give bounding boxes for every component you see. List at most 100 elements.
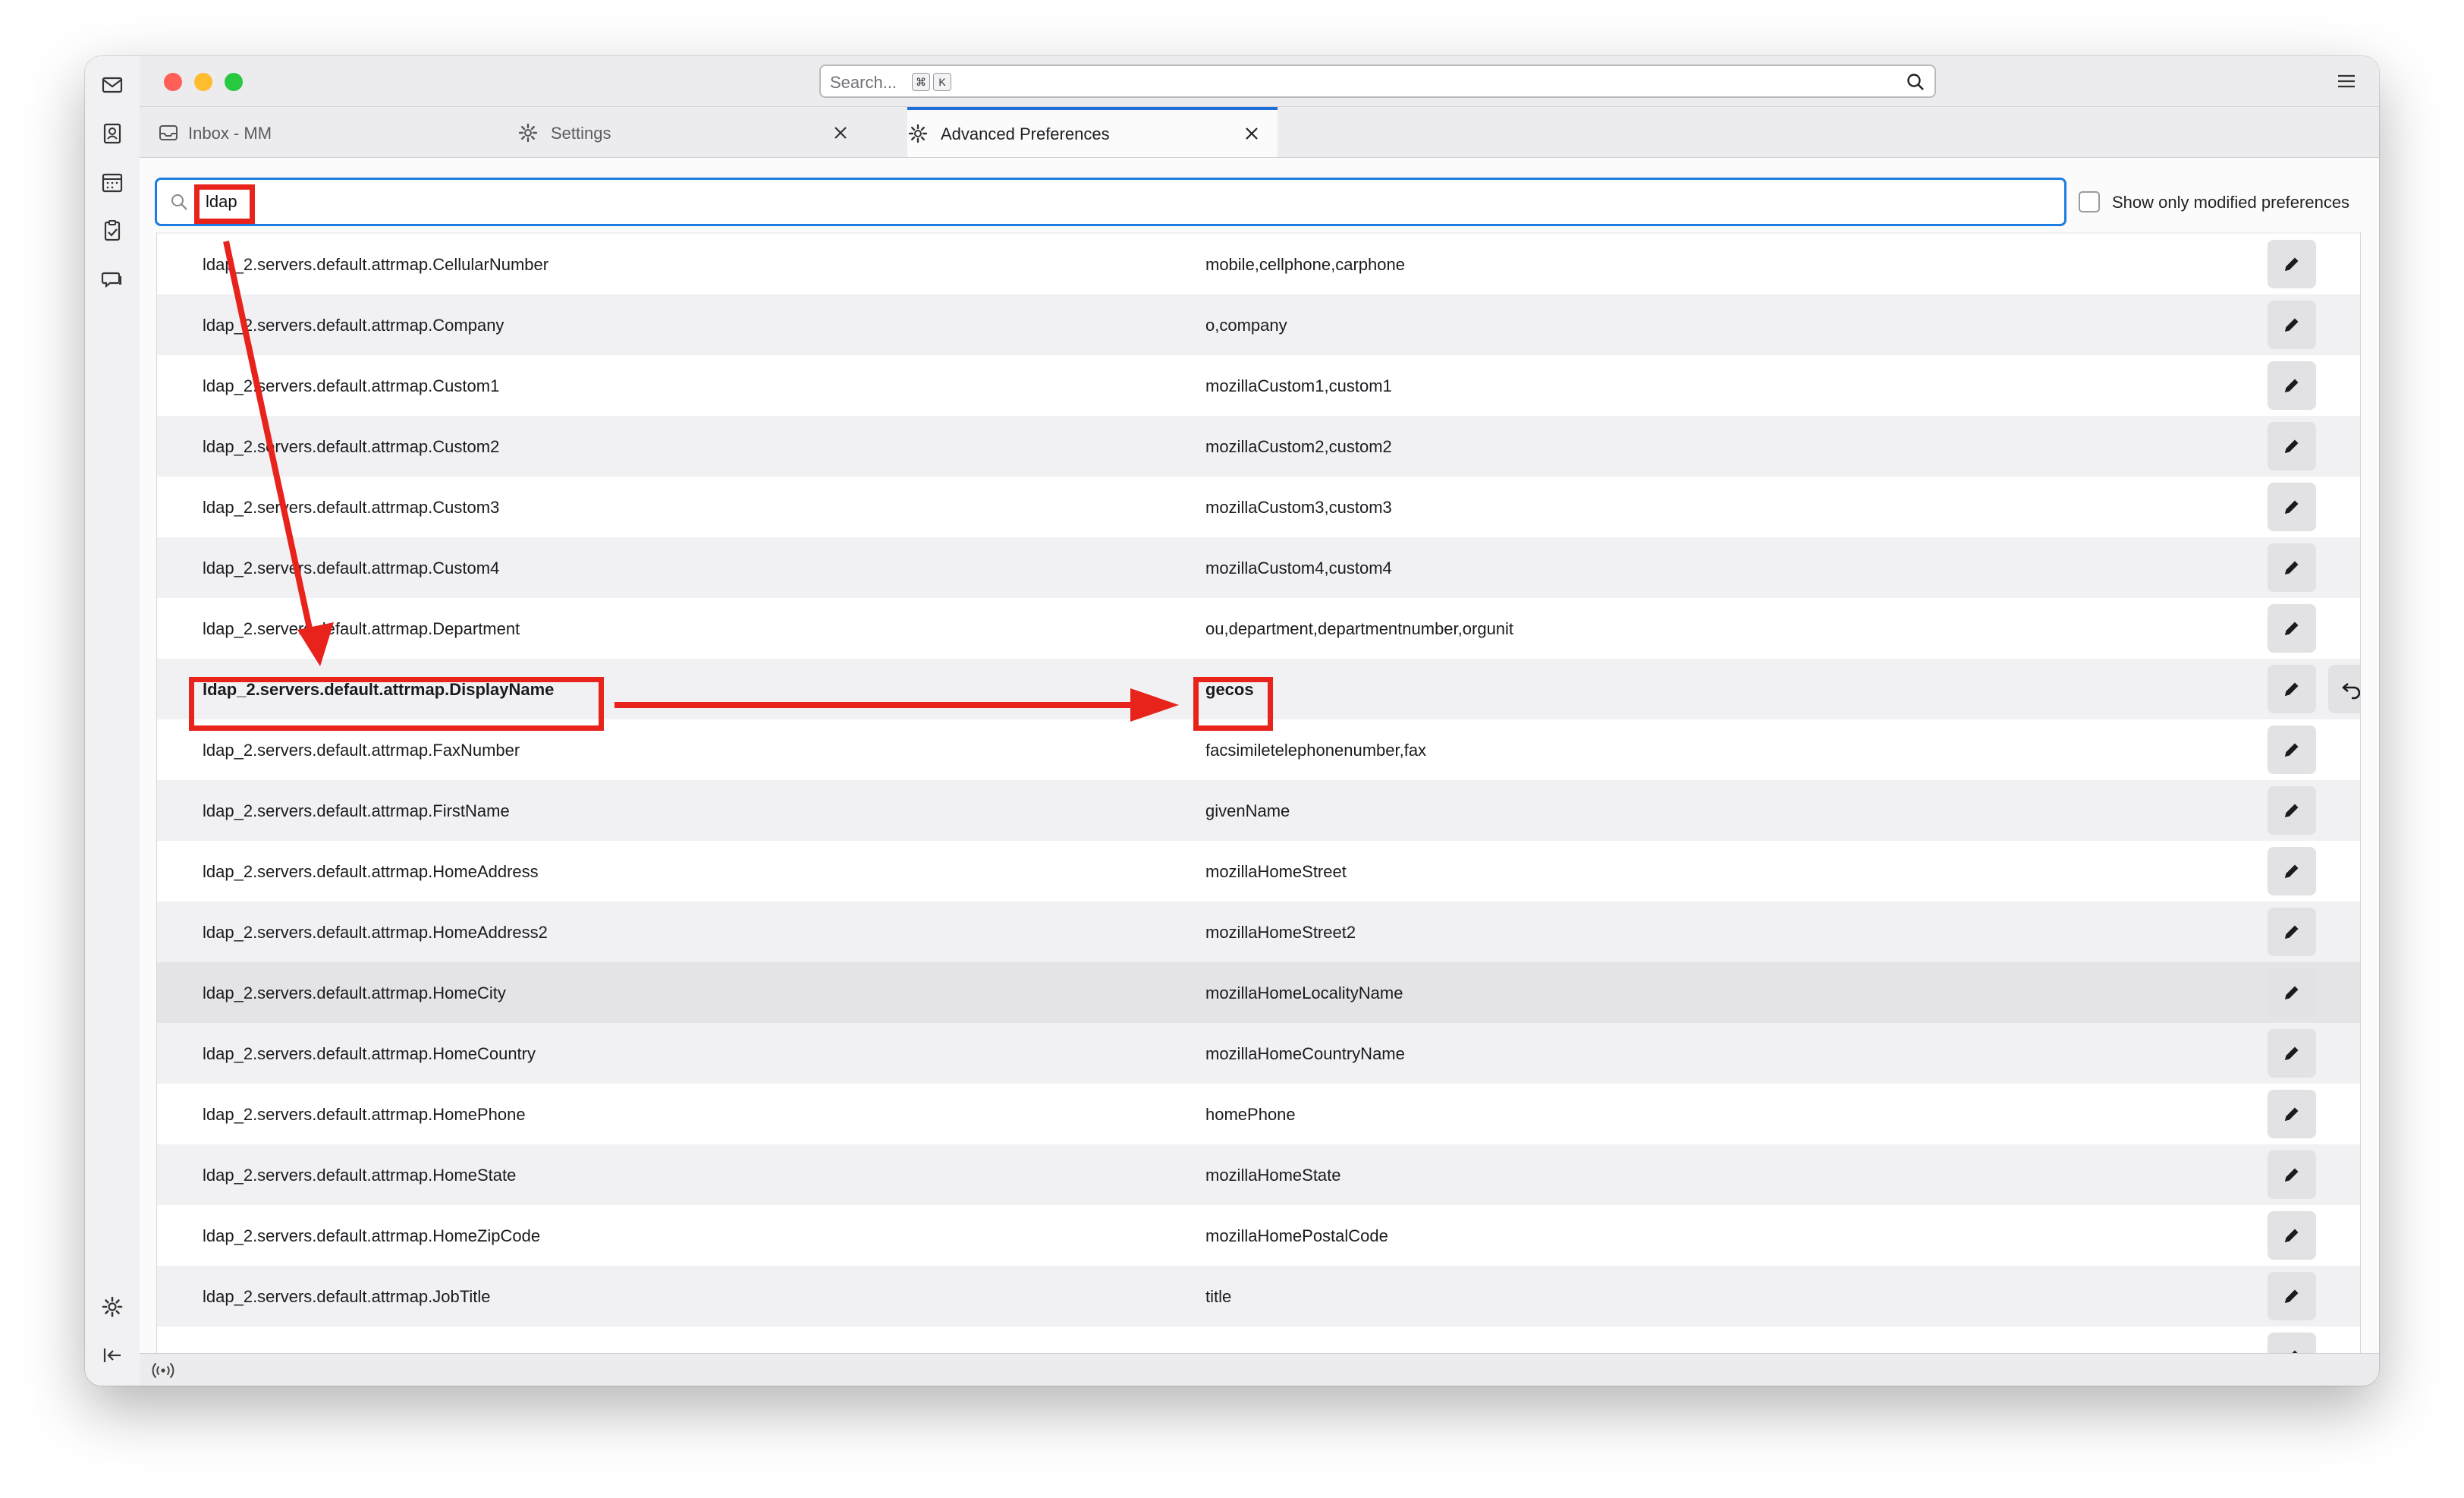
table-row[interactable]: ldap_2.servers.default.attrmap.HomeAddre… <box>157 841 2360 902</box>
pref-name: ldap_2.servers.default.attrmap.Custom3 <box>203 498 500 517</box>
pref-name: ldap_2.servers.default.attrmap.HomeAddre… <box>203 862 539 881</box>
table-row[interactable]: ldap_2.servers.default.attrmap.Company o,… <box>157 294 2360 355</box>
chat-icon[interactable] <box>100 267 124 291</box>
pref-name: ldap_2.servers.default.attrmap.FaxNumber <box>203 741 520 760</box>
tab-label: Settings <box>551 124 611 143</box>
table-row-partial <box>157 1326 2360 1354</box>
pref-name: ldap_2.servers.default.attrmap.HomeCount… <box>203 1044 536 1063</box>
reset-button[interactable] <box>2328 665 2360 713</box>
filter-value: ldap <box>206 192 237 211</box>
edit-button[interactable] <box>2268 1272 2316 1320</box>
pref-name: ldap_2.servers.default.attrmap.HomePhone <box>203 1105 526 1124</box>
table-row[interactable]: ldap_2.servers.default.attrmap.DisplayNa… <box>157 659 2360 719</box>
settings-gear-icon[interactable] <box>100 1295 124 1319</box>
shortcut-k-key: K <box>933 73 951 91</box>
edit-button[interactable] <box>2268 968 2316 1017</box>
preference-filter-input[interactable]: ldap <box>155 178 2066 226</box>
pref-name: ldap_2.servers.default.attrmap.CellularN… <box>203 255 549 274</box>
pref-name: ldap_2.servers.default.attrmap.FirstName <box>203 801 510 820</box>
table-row[interactable]: ldap_2.servers.default.attrmap.HomeAddre… <box>157 902 2360 962</box>
table-row[interactable]: ldap_2.servers.default.attrmap.Custom1 mo… <box>157 355 2360 416</box>
table-row[interactable]: ldap_2.servers.default.attrmap.HomeState… <box>157 1144 2360 1205</box>
table-row[interactable]: ldap_2.servers.default.attrmap.HomePhone… <box>157 1084 2360 1144</box>
pref-value: mozillaCustom3,custom3 <box>1205 498 1392 517</box>
inbox-icon <box>158 122 179 143</box>
tab-strip: Inbox - MM Settings Advanced Preferences <box>140 107 2379 158</box>
zoom-window-button[interactable] <box>225 73 243 91</box>
edit-button[interactable] <box>2268 665 2316 713</box>
edit-button[interactable] <box>2268 1150 2316 1199</box>
search-icon[interactable] <box>1904 71 1927 93</box>
collapse-toolbar-icon[interactable] <box>100 1343 124 1367</box>
close-tab-icon[interactable] <box>830 122 851 143</box>
edit-button[interactable] <box>2268 725 2316 774</box>
advanced-preferences-page: ldap Show only modified preferences ldap… <box>140 158 2379 1354</box>
pref-name: ldap_2.servers.default.attrmap.HomeAddre… <box>203 923 548 942</box>
calendar-icon[interactable] <box>100 170 124 194</box>
spaces-toolbar <box>85 56 140 1386</box>
table-row[interactable]: ldap_2.servers.default.attrmap.HomeCity m… <box>157 962 2360 1023</box>
edit-button[interactable] <box>2268 361 2316 410</box>
table-row[interactable]: ldap_2.servers.default.attrmap.HomeCount… <box>157 1023 2360 1084</box>
table-row[interactable]: ldap_2.servers.default.attrmap.CellularN… <box>157 234 2360 294</box>
table-row[interactable]: ldap_2.servers.default.attrmap.Departmen… <box>157 598 2360 659</box>
pref-name: ldap_2.servers.default.attrmap.Company <box>203 316 504 335</box>
edit-button[interactable] <box>2268 1090 2316 1138</box>
edit-button[interactable] <box>2268 1211 2316 1260</box>
edit-button[interactable] <box>2268 301 2316 349</box>
show-modified-label[interactable]: Show only modified preferences <box>2112 193 2349 212</box>
pref-name: ldap_2.servers.default.attrmap.Custom4 <box>203 559 500 577</box>
minimize-window-button[interactable] <box>194 73 212 91</box>
edit-button[interactable] <box>2268 604 2316 653</box>
pref-value: mozillaHomeStreet <box>1205 862 1347 881</box>
table-row[interactable]: ldap_2.servers.default.attrmap.Custom4 mo… <box>157 537 2360 598</box>
title-bar: Search... ⌘ K <box>140 56 2379 107</box>
pref-value: mozillaHomeCountryName <box>1205 1044 1405 1063</box>
table-row[interactable]: ldap_2.servers.default.attrmap.HomeZipCo… <box>157 1205 2360 1266</box>
pref-value: mozillaCustom2,custom2 <box>1205 437 1392 456</box>
pref-value: title <box>1205 1287 1232 1306</box>
table-row[interactable]: ldap_2.servers.default.attrmap.FirstName… <box>157 780 2360 841</box>
edit-button[interactable] <box>2268 422 2316 470</box>
table-row[interactable]: ldap_2.servers.default.attrmap.Custom2 mo… <box>157 416 2360 477</box>
pref-value: homePhone <box>1205 1105 1296 1124</box>
pref-value: o,company <box>1205 316 1287 335</box>
pref-value: mozillaCustom1,custom1 <box>1205 376 1392 395</box>
gear-icon <box>907 123 929 144</box>
edit-button[interactable] <box>2268 543 2316 592</box>
edit-button[interactable] <box>2268 483 2316 531</box>
tasks-icon[interactable] <box>100 219 124 243</box>
tab-inbox[interactable]: Inbox - MM <box>147 107 517 157</box>
edit-button[interactable] <box>2268 1333 2316 1354</box>
close-window-button[interactable] <box>164 73 182 91</box>
pref-value: ou,department,departmentnumber,orgunit <box>1205 619 1514 638</box>
address-book-icon[interactable] <box>100 121 124 146</box>
shortcut-cmd-key: ⌘ <box>912 73 930 91</box>
pref-name: ldap_2.servers.default.attrmap.Custom1 <box>203 376 500 395</box>
edit-button[interactable] <box>2268 908 2316 956</box>
pref-value: givenName <box>1205 801 1290 820</box>
close-tab-icon[interactable] <box>1241 123 1262 144</box>
pref-value: mozillaHomePostalCode <box>1205 1226 1388 1245</box>
tab-settings[interactable]: Settings <box>517 107 897 157</box>
edit-button[interactable] <box>2268 1029 2316 1078</box>
table-row[interactable]: ldap_2.servers.default.attrmap.JobTitle t… <box>157 1266 2360 1326</box>
mail-icon[interactable] <box>100 73 124 97</box>
search-icon <box>169 192 189 212</box>
edit-button[interactable] <box>2268 786 2316 835</box>
edit-button[interactable] <box>2268 847 2316 895</box>
preferences-table: ldap_2.servers.default.attrmap.CellularN… <box>156 232 2361 1354</box>
global-search-input[interactable]: Search... ⌘ K <box>819 65 1936 98</box>
pref-value: facsimiletelephonenumber,fax <box>1205 741 1427 760</box>
pref-value: mozillaHomeState <box>1205 1166 1341 1185</box>
table-row[interactable]: ldap_2.servers.default.attrmap.Custom3 mo… <box>157 477 2360 537</box>
pref-name: ldap_2.servers.default.attrmap.Departmen… <box>203 619 520 638</box>
app-menu-icon[interactable] <box>2335 70 2358 93</box>
table-row[interactable]: ldap_2.servers.default.attrmap.FaxNumber… <box>157 719 2360 780</box>
search-placeholder: Search... <box>830 73 897 92</box>
pref-name: ldap_2.servers.default.attrmap.HomeState <box>203 1166 517 1185</box>
pref-name: ldap_2.servers.default.attrmap.HomeZipCo… <box>203 1226 541 1245</box>
tab-advanced-preferences[interactable]: Advanced Preferences <box>907 107 1278 157</box>
show-modified-checkbox[interactable] <box>2079 191 2100 212</box>
edit-button[interactable] <box>2268 240 2316 288</box>
